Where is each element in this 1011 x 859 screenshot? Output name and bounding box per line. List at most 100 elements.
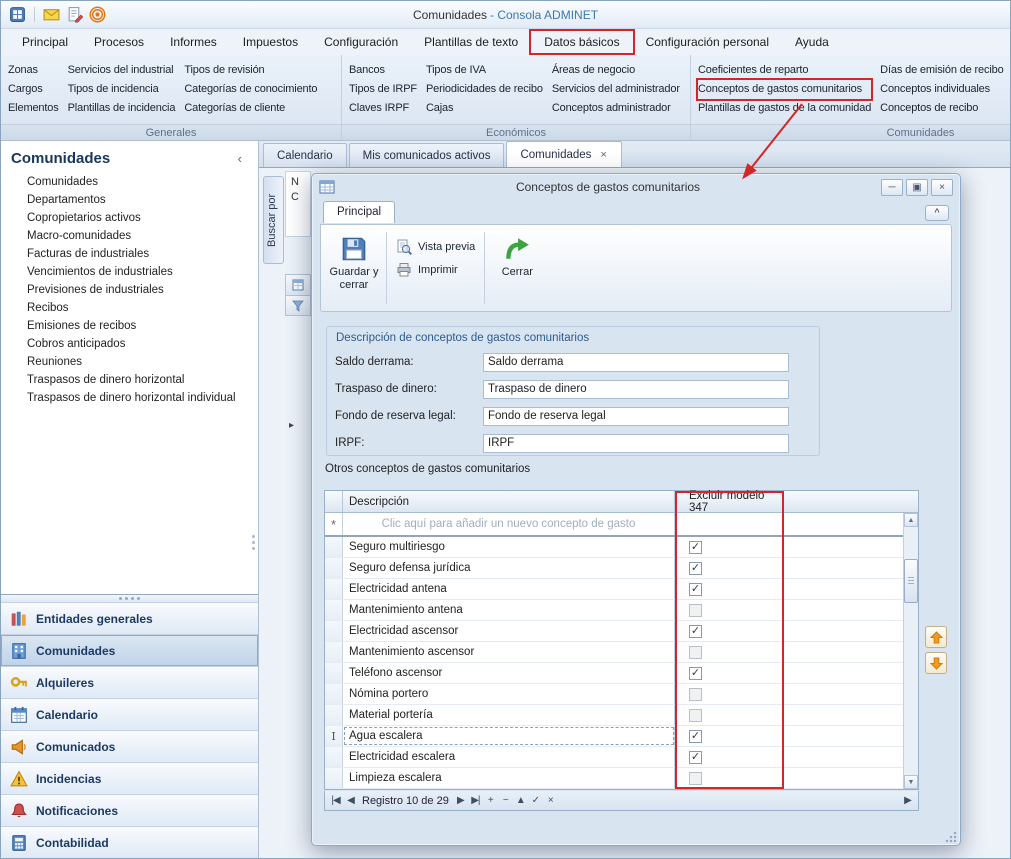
excluir-checkbox[interactable] (689, 646, 702, 659)
append-record-button[interactable]: + (483, 795, 498, 806)
column-header-excluir[interactable]: Excluir modelo 347 (675, 491, 783, 512)
ribbon-item-dias-de-emision-de-recibo[interactable]: Días de emisión de recibo (880, 61, 1003, 80)
cell-descripcion[interactable]: Limpieza escalera (343, 768, 675, 788)
close-button[interactable]: × (931, 179, 953, 196)
cell-descripcion[interactable]: Nómina portero (343, 684, 675, 704)
sidebar-item-cobros-anticipados[interactable]: Cobros anticipados (1, 335, 258, 353)
sidebar-item-facturas-de-industriales[interactable]: Facturas de industriales (1, 245, 258, 263)
menu-item-plantillas-de-texto[interactable]: Plantillas de texto (411, 31, 531, 53)
prev-record-button[interactable]: ◀ (343, 795, 358, 806)
nav-pane-item-comunicados[interactable]: Comunicados (1, 730, 258, 762)
ribbon-item-tipos-de-revision[interactable]: Tipos de revisión (184, 61, 317, 80)
cell-descripcion[interactable]: Electricidad antena (343, 579, 675, 599)
column-header-descripcion[interactable]: Descripción (343, 491, 675, 512)
mail-icon[interactable] (43, 6, 60, 23)
menu-item-configuracion[interactable]: Configuración (311, 31, 411, 53)
notes-icon[interactable] (66, 6, 83, 23)
excluir-checkbox[interactable]: ✓ (689, 562, 702, 575)
collapse-sidebar-icon[interactable]: ‹ (232, 151, 248, 166)
sidebar-item-traspasos-de-dinero-horizontal[interactable]: Traspasos de dinero horizontal (1, 371, 258, 389)
resize-grip[interactable] (945, 831, 957, 843)
field-input-irpf[interactable] (483, 434, 789, 453)
ribbon-item-tipos-de-iva[interactable]: Tipos de IVA (426, 61, 543, 80)
ribbon-item-conceptos-individuales[interactable]: Conceptos individuales (880, 80, 1003, 99)
end-edit-button[interactable]: ✓ (528, 795, 543, 806)
table-row[interactable]: IAgua escalera✓ (325, 726, 903, 747)
ribbon-item-elementos[interactable]: Elementos (8, 99, 59, 118)
save-and-close-button[interactable]: Guardar y cerrar (325, 230, 383, 306)
table-row[interactable]: Seguro defensa jurídica ✓ (325, 558, 903, 579)
ribbon-item-conceptos-de-recibo[interactable]: Conceptos de recibo (880, 99, 1003, 118)
excluir-checkbox[interactable] (689, 688, 702, 701)
collapse-ribbon-button[interactable]: ^ (925, 205, 949, 221)
sidebar-splitter-handle[interactable] (250, 533, 257, 552)
scroll-down-button[interactable]: ▼ (904, 775, 918, 789)
delete-record-button[interactable]: − (498, 795, 513, 806)
ribbon-item-tipos-de-irpf[interactable]: Tipos de IRPF (349, 80, 417, 99)
tab-comunidades[interactable]: Comunidades× (506, 141, 621, 167)
table-row[interactable]: Nómina portero (325, 684, 903, 705)
next-record-button[interactable]: ▶ (453, 795, 468, 806)
app-icon[interactable] (9, 6, 26, 23)
excluir-checkbox[interactable]: ✓ (689, 751, 702, 764)
restore-button[interactable]: ▣ (906, 179, 928, 196)
scroll-right-button[interactable]: ▶ (900, 795, 915, 806)
cell-descripcion[interactable]: Mantenimiento antena (343, 600, 675, 620)
table-row[interactable]: Mantenimiento antena (325, 600, 903, 621)
menu-item-datos-basicos[interactable]: Datos básicos (531, 31, 632, 53)
nav-pane-item-calendario[interactable]: Calendario (1, 698, 258, 730)
ribbon-item-areas-de-negocio[interactable]: Áreas de negocio (552, 61, 680, 80)
sidebar-item-copropietarios-activos[interactable]: Copropietarios activos (1, 209, 258, 227)
ribbon-item-categorias-de-cliente[interactable]: Categorías de cliente (184, 99, 317, 118)
ribbon-item-cajas[interactable]: Cajas (426, 99, 543, 118)
dialog-title-bar[interactable]: Conceptos de gastos comunitarios ─ ▣ × (312, 174, 960, 200)
ribbon-item-bancos[interactable]: Bancos (349, 61, 417, 80)
field-input-saldo-derrama[interactable] (483, 353, 789, 372)
nav-pane-item-incidencias[interactable]: Incidencias (1, 762, 258, 794)
cell-descripcion[interactable]: Agua escalera (343, 726, 675, 746)
menu-item-informes[interactable]: Informes (157, 31, 230, 53)
grid-new-row[interactable]: * Clic aquí para añadir un nuevo concept… (325, 513, 903, 537)
table-row[interactable]: Teléfono ascensor✓ (325, 663, 903, 684)
table-row[interactable]: Mantenimiento ascensor (325, 642, 903, 663)
scrollbar-thumb[interactable] (904, 559, 918, 603)
table-row[interactable]: Material portería (325, 705, 903, 726)
menu-item-ayuda[interactable]: Ayuda (782, 31, 842, 53)
field-input-traspaso-de-dinero[interactable] (483, 380, 789, 399)
sidebar-item-vencimientos-de-industriales[interactable]: Vencimientos de industriales (1, 263, 258, 281)
ribbon-item-cargos[interactable]: Cargos (8, 80, 59, 99)
new-row-placeholder[interactable]: Clic aquí para añadir un nuevo concepto … (343, 513, 675, 535)
cell-descripcion[interactable]: Seguro defensa jurídica (343, 558, 675, 578)
sidebar-item-previsiones-de-industriales[interactable]: Previsiones de industriales (1, 281, 258, 299)
minimize-button[interactable]: ─ (881, 179, 903, 196)
excluir-checkbox[interactable] (689, 604, 702, 617)
ribbon-item-tipos-de-incidencia[interactable]: Tipos de incidencia (68, 80, 176, 99)
ribbon-item-categorias-de-conocimiento[interactable]: Categorías de conocimiento (184, 80, 317, 99)
ribbon-item-coeficientes-de-reparto[interactable]: Coeficientes de reparto (698, 61, 871, 80)
move-down-button[interactable] (925, 652, 947, 674)
cell-descripcion[interactable]: Electricidad ascensor (343, 621, 675, 641)
excluir-checkbox[interactable]: ✓ (689, 541, 702, 554)
sidebar-item-comunidades[interactable]: Comunidades (1, 173, 258, 191)
cell-descripcion[interactable]: Electricidad escalera (343, 747, 675, 767)
ribbon-item-plantillas-de-gastos-de-la-comunidad[interactable]: Plantillas de gastos de la comunidad (698, 99, 871, 118)
nav-pane-item-comunidades[interactable]: Comunidades (1, 634, 258, 666)
nav-pane-item-contabilidad[interactable]: Contabilidad (1, 826, 258, 858)
filter-funnel-icon[interactable] (285, 295, 311, 316)
ribbon-item-claves-irpf[interactable]: Claves IRPF (349, 99, 417, 118)
ribbon-item-zonas[interactable]: Zonas (8, 61, 59, 80)
field-input-fondo-de-reserva-legal[interactable] (483, 407, 789, 426)
ribbon-item-servicios-del-industrial[interactable]: Servicios del industrial (68, 61, 176, 80)
sidebar-item-traspasos-de-dinero-horizontal-individual[interactable]: Traspasos de dinero horizontal individua… (1, 389, 258, 407)
sidebar-item-macro-comunidades[interactable]: Macro-comunidades (1, 227, 258, 245)
sidebar-item-reuniones[interactable]: Reuniones (1, 353, 258, 371)
excluir-checkbox[interactable]: ✓ (689, 583, 702, 596)
feed-icon[interactable] (89, 6, 106, 23)
close-form-button[interactable]: Cerrar (488, 230, 546, 306)
cell-descripcion[interactable]: Seguro multiriesgo (343, 537, 675, 557)
excluir-checkbox[interactable] (689, 772, 702, 785)
menu-item-configuracion-personal[interactable]: Configuración personal (633, 31, 782, 53)
table-row[interactable]: Electricidad escalera ✓ (325, 747, 903, 768)
ribbon-item-conceptos-administrador[interactable]: Conceptos administrador (552, 99, 680, 118)
sidebar-item-recibos[interactable]: Recibos (1, 299, 258, 317)
